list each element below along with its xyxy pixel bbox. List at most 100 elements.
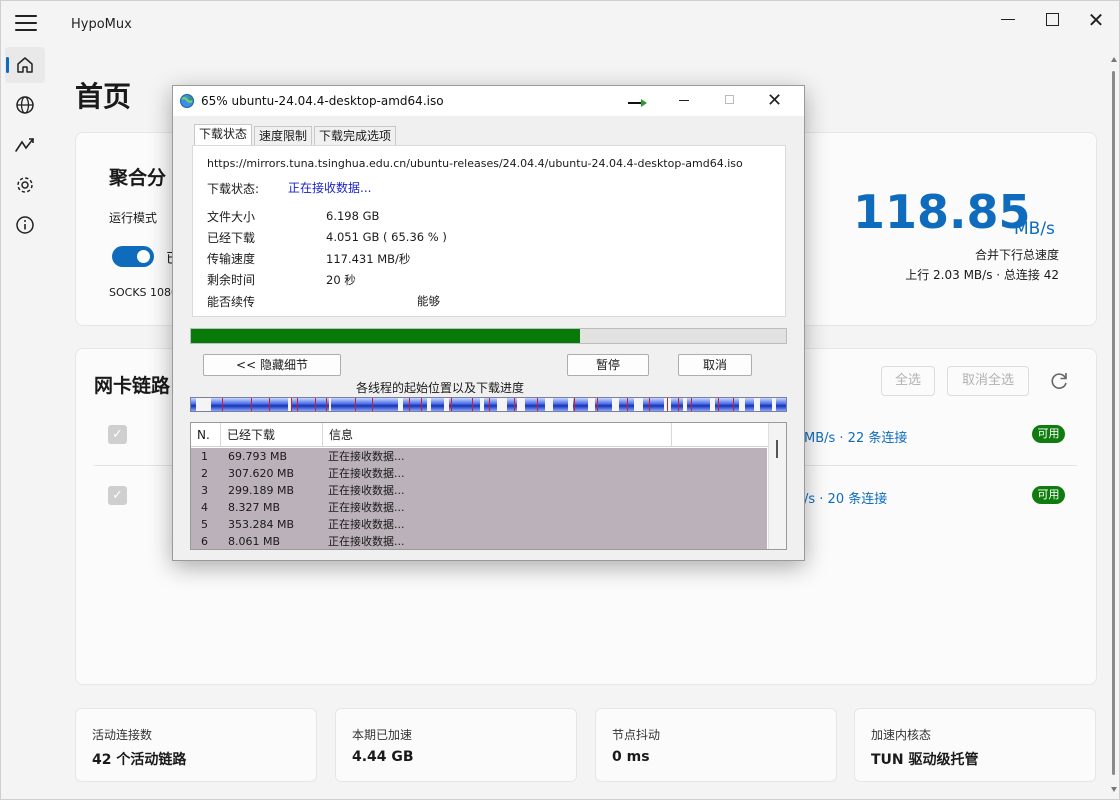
thread-row[interactable]: 2 307.620 MB 正在接收数据... <box>191 465 767 482</box>
thread-downloaded: 307.620 MB <box>228 467 295 480</box>
column-header-downloaded[interactable]: 已经下载 <box>221 423 323 447</box>
thread-start-marker <box>451 398 452 411</box>
arrow-icon <box>628 99 647 107</box>
resume-label: 能否续传 <box>207 295 256 309</box>
minimize-button[interactable] <box>997 9 1019 31</box>
threads-list-header: N. 已经下载 信息 <box>191 423 769 447</box>
dialog-minimize-button[interactable] <box>679 100 689 101</box>
thread-start-marker <box>472 398 473 411</box>
column-header-blank <box>672 423 769 447</box>
app-title: HypoMux <box>71 17 132 32</box>
stat-value: 42 个活动链路 <box>92 752 187 768</box>
thread-start-marker <box>269 398 270 411</box>
speed-label: 传输速度 <box>207 252 256 266</box>
dialog-close-button[interactable]: ✕ <box>767 90 782 111</box>
thread-start-marker <box>627 398 628 411</box>
threads-list[interactable]: N. 已经下载 信息 1 69.793 MB 正在接收数据... 2 307.620 M… <box>190 422 787 550</box>
dialog-maximize-button[interactable] <box>725 95 734 104</box>
thread-row[interactable]: 6 8.061 MB 正在接收数据... <box>191 533 767 549</box>
scroll-down-icon[interactable] <box>1111 787 1117 792</box>
unselect-all-button[interactable]: 取消全选 <box>947 366 1029 396</box>
nav-about[interactable] <box>5 207 45 243</box>
thread-start-marker <box>489 398 490 411</box>
progress-fill <box>191 329 580 343</box>
pause-button[interactable]: 暂停 <box>567 354 649 376</box>
thread-start-marker <box>291 398 292 411</box>
threads-list-body: 1 69.793 MB 正在接收数据... 2 307.620 MB 正在接收数据... 3… <box>191 448 767 549</box>
download-globe-icon <box>180 94 194 108</box>
stat-card-jitter: 节点抖动 0 ms <box>595 708 837 782</box>
thread-start-marker <box>691 398 692 411</box>
tab-download-status[interactable]: 下载状态 <box>194 124 253 146</box>
total-speed-label: 合并下行总速度 <box>974 248 1059 262</box>
nav-network[interactable] <box>5 87 45 123</box>
stat-value: 4.44 GB <box>352 749 414 765</box>
stat-card-kernel: 加速内核态 TUN 驱动级托管 <box>854 708 1096 782</box>
link-checkbox[interactable]: ✓ <box>108 425 127 444</box>
thread-info: 正在接收数据... <box>328 467 405 480</box>
thread-start-marker <box>667 398 668 411</box>
thread-row[interactable]: 1 69.793 MB 正在接收数据... <box>191 448 767 465</box>
remaining-label: 剩余时间 <box>207 273 256 287</box>
sidebar-nav <box>5 47 45 247</box>
tab-speed-limit[interactable]: 速度限制 <box>254 126 313 146</box>
thread-gap-segment <box>517 398 525 411</box>
hide-details-button[interactable]: << 隐藏细节 <box>203 354 341 376</box>
thread-gap-segment <box>480 398 484 411</box>
thread-number: 3 <box>201 484 208 497</box>
download-url: https://mirrors.tuna.tsinghua.edu.cn/ubu… <box>207 157 743 170</box>
speed-value: 117.431 MB/秒 <box>326 252 411 266</box>
resume-value: 能够 <box>417 294 440 308</box>
thread-info: 正在接收数据... <box>328 450 405 463</box>
remaining-value: 20 秒 <box>326 273 356 287</box>
menu-icon[interactable] <box>15 15 37 33</box>
stat-label: 活动连接数 <box>92 728 153 742</box>
thread-start-marker <box>297 398 298 411</box>
status-badge: 可用 <box>1032 425 1065 443</box>
select-all-button[interactable]: 全选 <box>881 366 935 396</box>
column-header-info[interactable]: 信息 <box>323 423 672 447</box>
scroll-thumb[interactable] <box>1112 71 1115 775</box>
thread-gap-segment <box>398 398 403 411</box>
maximize-button[interactable] <box>1041 9 1063 31</box>
column-header-n[interactable]: N. <box>191 423 221 447</box>
upload-and-connections: 上行 2.03 MB/s · 总连接 42 <box>905 268 1059 282</box>
file-size-label: 文件大小 <box>207 210 256 224</box>
thread-gap-segment <box>772 398 776 411</box>
thread-row[interactable]: 3 299.189 MB 正在接收数据... <box>191 482 767 499</box>
tab-completion-options[interactable]: 下载完成选项 <box>314 126 397 146</box>
download-dialog: 65% ubuntu-24.04.4-desktop-amd64.iso ✕ 下… <box>172 85 805 561</box>
thread-row[interactable]: 4 8.327 MB 正在接收数据... <box>191 499 767 516</box>
thread-start-marker <box>597 398 598 411</box>
downloaded-value: 4.051 GB ( 65.36 % ) <box>326 230 447 244</box>
cancel-button[interactable]: 取消 <box>678 354 752 376</box>
thread-gap-segment <box>545 398 553 411</box>
threads-progress-map <box>190 397 787 412</box>
thread-row[interactable]: 5 353.284 MB 正在接收数据... <box>191 516 767 533</box>
thread-gap-segment <box>588 398 595 411</box>
link-stats: /s · 20 条连接 <box>804 492 888 507</box>
thread-downloaded: 8.327 MB <box>228 501 281 514</box>
thread-start-marker <box>718 398 719 411</box>
link-checkbox[interactable]: ✓ <box>108 486 127 505</box>
nav-routing[interactable] <box>5 127 45 163</box>
thread-number: 5 <box>201 518 208 531</box>
nav-settings[interactable] <box>5 167 45 203</box>
home-icon <box>17 57 33 73</box>
threads-scroll-thumb[interactable] <box>776 440 778 458</box>
thread-gap-segment <box>196 398 211 411</box>
dialog-title-bar[interactable]: 65% ubuntu-24.04.4-desktop-amd64.iso ✕ <box>173 86 804 116</box>
threads-scrollbar[interactable] <box>768 423 786 549</box>
file-size-value: 6.198 GB <box>326 209 380 223</box>
page-scrollbar[interactable] <box>1111 51 1117 795</box>
nav-home[interactable] <box>5 47 45 83</box>
refresh-icon[interactable] <box>1048 370 1070 392</box>
close-button[interactable]: ✕ <box>1085 9 1107 31</box>
thread-gap-segment <box>683 398 687 411</box>
thread-start-marker <box>222 398 223 411</box>
enable-toggle[interactable] <box>112 246 154 267</box>
thread-start-marker <box>574 398 575 411</box>
scroll-up-icon[interactable] <box>1111 57 1117 62</box>
stat-value: 0 ms <box>612 749 650 765</box>
thread-start-marker <box>251 398 252 411</box>
